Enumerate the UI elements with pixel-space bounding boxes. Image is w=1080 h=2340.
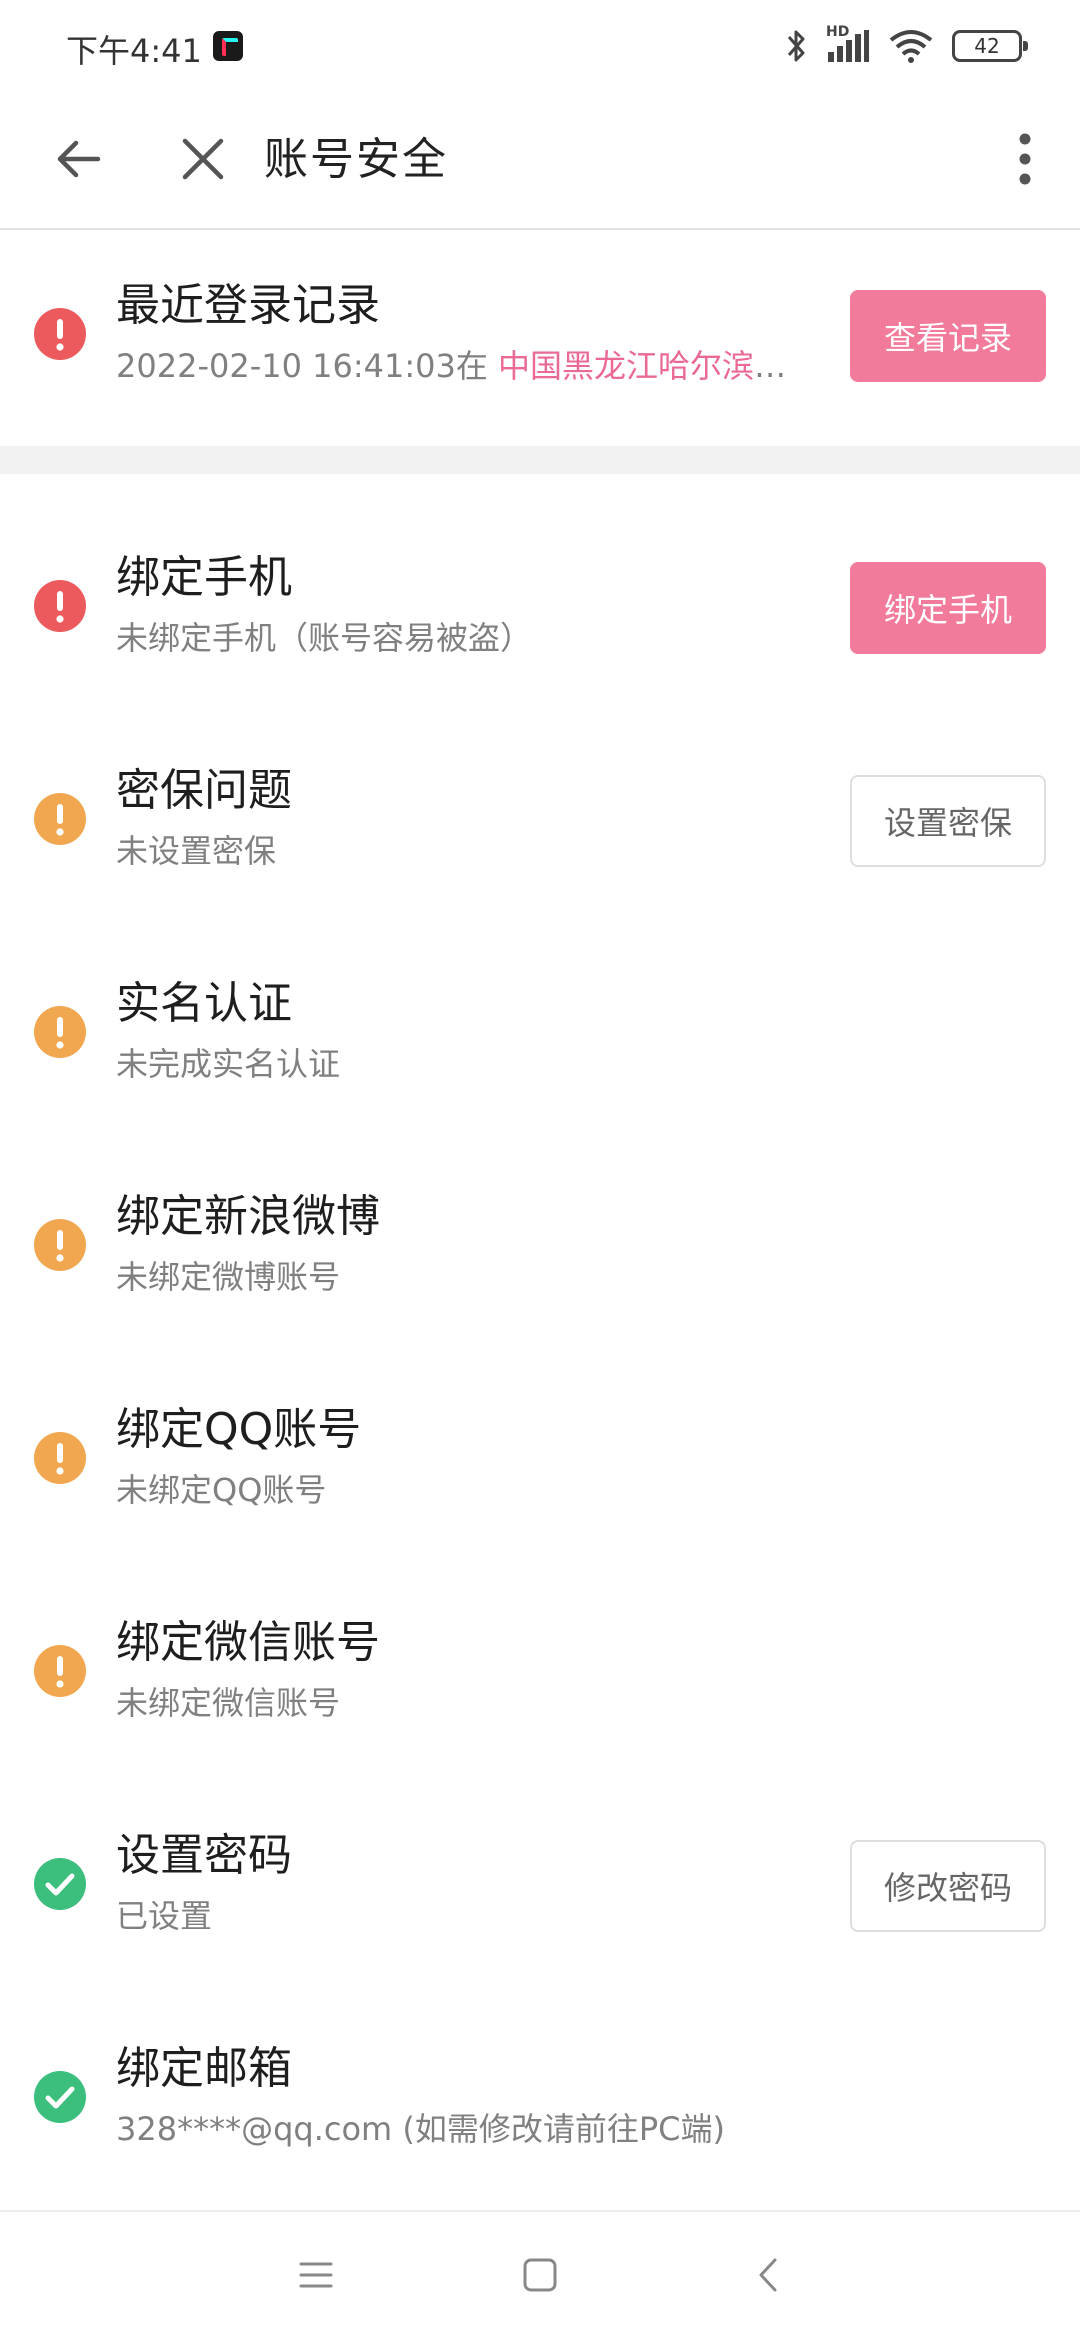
home-button[interactable]: [500, 2240, 580, 2310]
item-subtitle: 未设置密保: [116, 832, 277, 870]
wifi-icon: [889, 30, 933, 63]
item-subtitle: 已设置: [116, 1897, 213, 1935]
item-title: 绑定QQ账号: [116, 1404, 362, 1455]
signal-icon: HD: [826, 24, 870, 64]
item-title: 实名认证: [116, 978, 292, 1029]
view-records-button[interactable]: 查看记录: [850, 290, 1046, 382]
warning-exclamation-icon: [34, 1645, 86, 1697]
back-button[interactable]: [33, 114, 123, 204]
list-item-bind-email[interactable]: 绑定邮箱 328****@qq.com (如需修改请前往PC端): [0, 2003, 1080, 2193]
system-back-button[interactable]: [728, 2240, 808, 2310]
check-icon: [34, 2071, 86, 2123]
status-icons: HD 42: [786, 24, 1028, 68]
warning-exclamation-icon: [34, 793, 86, 845]
bluetooth-icon: [787, 30, 805, 62]
list-item-security-question[interactable]: 密保问题 未设置密保 设置密保: [0, 725, 1080, 915]
more-options-button[interactable]: [980, 114, 1070, 204]
check-icon: [34, 1858, 86, 1910]
item-title: 绑定手机: [116, 552, 292, 603]
app-notification-icon: [213, 31, 243, 61]
warning-exclamation-icon: [34, 1006, 86, 1058]
item-subtitle: 未绑定微信账号: [116, 1684, 341, 1722]
recent-login-datetime: 2022-02-10 16:41:03在: [116, 347, 488, 385]
item-subtitle: 328****@qq.com (如需修改请前往PC端): [116, 2110, 726, 2148]
warning-exclamation-icon: [34, 1219, 86, 1271]
close-button[interactable]: [158, 114, 248, 204]
item-subtitle: 未绑定微博账号: [116, 1258, 341, 1296]
warning-exclamation-icon: [34, 308, 86, 360]
top-app-bar: 账号安全: [0, 92, 1080, 230]
item-subtitle: 未完成实名认证: [116, 1045, 341, 1083]
recent-login-title: 最近登录记录: [116, 280, 380, 331]
bind-phone-button[interactable]: 绑定手机: [850, 562, 1046, 654]
warning-exclamation-icon: [34, 580, 86, 632]
item-title: 绑定微信账号: [116, 1617, 380, 1668]
back-arrow-icon: [57, 140, 101, 178]
recent-apps-button[interactable]: [276, 2240, 356, 2310]
menu-lines-icon: [299, 2262, 333, 2288]
status-time: 下午4:41: [66, 32, 202, 70]
list-item-bind-weibo[interactable]: 绑定新浪微博 未绑定微博账号: [0, 1151, 1080, 1341]
home-square-icon: [523, 2258, 557, 2292]
set-security-question-button[interactable]: 设置密保: [850, 775, 1046, 867]
system-nav-bar: [0, 2210, 1080, 2340]
item-title: 设置密码: [116, 1830, 292, 1881]
more-vert-icon: [1019, 133, 1031, 185]
item-title: 绑定新浪微博: [116, 1191, 380, 1242]
list-item-bind-qq[interactable]: 绑定QQ账号 未绑定QQ账号: [0, 1364, 1080, 1554]
item-subtitle: 未绑定手机（账号容易被盗）: [116, 619, 533, 657]
item-title: 绑定邮箱: [116, 2043, 292, 2094]
list-item-bind-phone[interactable]: 绑定手机 未绑定手机（账号容易被盗） 绑定手机: [0, 512, 1080, 702]
warning-exclamation-icon: [34, 1432, 86, 1484]
status-bar: 下午4:41 HD 42: [0, 0, 1080, 92]
item-subtitle: 未绑定QQ账号: [116, 1471, 327, 1509]
list-item-real-name[interactable]: 实名认证 未完成实名认证: [0, 938, 1080, 1128]
recent-login-detail: 2022-02-10 16:41:03在 中国黑龙江哈尔滨移...: [116, 344, 816, 388]
item-title: 密保问题: [116, 765, 292, 816]
recent-login-location: 中国黑龙江哈尔滨移...: [498, 347, 816, 385]
close-icon: [182, 138, 224, 180]
change-password-button[interactable]: 修改密码: [850, 1840, 1046, 1932]
section-divider: [0, 446, 1080, 474]
page-title: 账号安全: [264, 134, 448, 185]
battery-icon: 42: [952, 30, 1028, 62]
back-chevron-icon: [759, 2258, 777, 2292]
recent-login-row: 最近登录记录 2022-02-10 16:41:03在 中国黑龙江哈尔滨移...…: [0, 240, 1080, 430]
list-item-bind-wechat[interactable]: 绑定微信账号 未绑定微信账号: [0, 1577, 1080, 1767]
list-item-password[interactable]: 设置密码 已设置 修改密码: [0, 1790, 1080, 1980]
